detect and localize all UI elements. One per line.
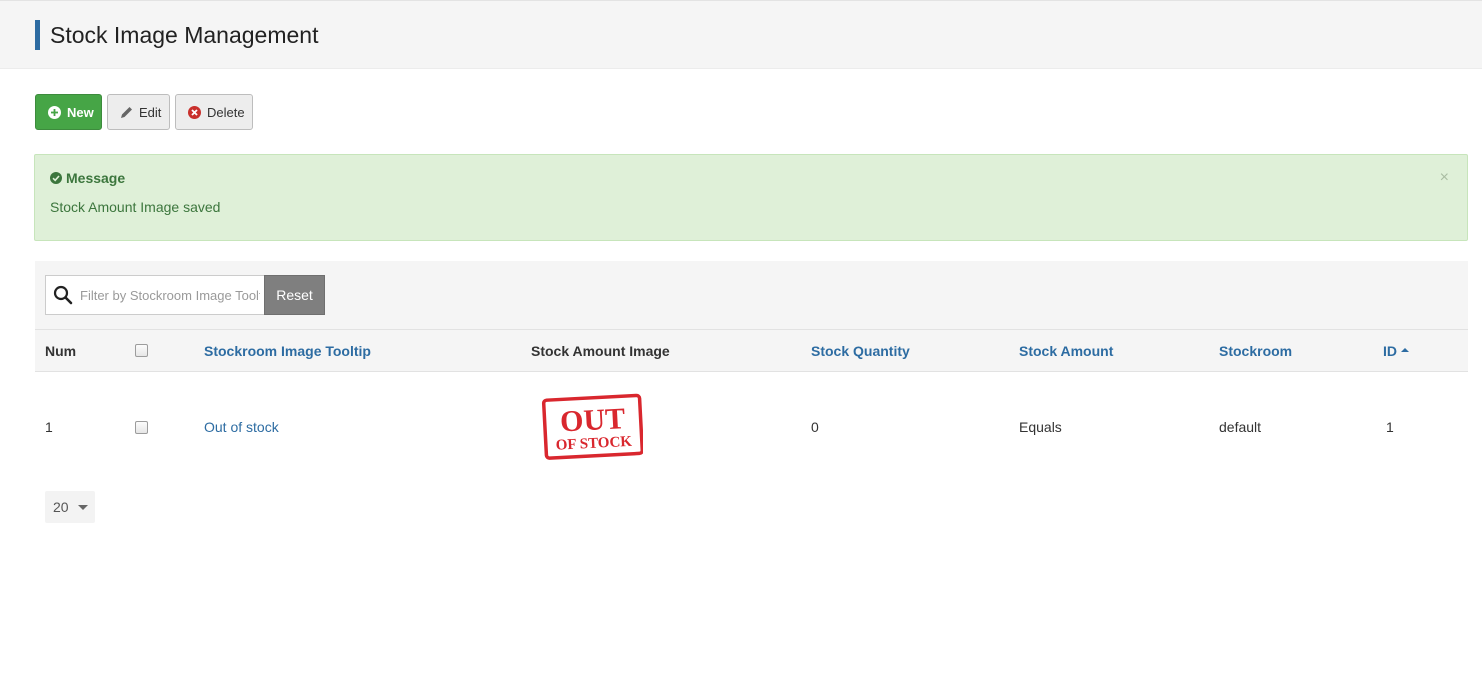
edit-button-label: Edit (139, 104, 162, 120)
header-id-sort[interactable]: ID (1383, 330, 1409, 371)
header-amount-sort[interactable]: Stock Amount (1019, 330, 1113, 371)
success-alert: Message Stock Amount Image saved × (34, 154, 1468, 241)
plus-circle-icon (48, 105, 61, 119)
page-limit-value: 20 (53, 499, 69, 515)
alert-title: Message (50, 170, 125, 186)
header-num: Num (45, 342, 77, 359)
header-select-all (135, 330, 148, 371)
edit-button[interactable]: Edit (107, 94, 170, 130)
header-tooltip-sort[interactable]: Stockroom Image Tooltip (204, 330, 371, 371)
out-of-stock-stamp-image: OUT OF STOCK (535, 392, 643, 462)
row-amount: Equals (1019, 419, 1062, 435)
header-stockroom-sort[interactable]: Stockroom (1219, 330, 1292, 371)
row-select (135, 372, 148, 482)
row-stockroom: default (1219, 419, 1262, 435)
table-header: Num Stockroom Image Tooltip Stock Amount… (35, 330, 1468, 372)
sort-asc-icon (1401, 347, 1409, 352)
row-num: 1 (45, 419, 53, 435)
pencil-icon (120, 106, 133, 119)
filter-bar: Reset (35, 261, 1468, 330)
search-input[interactable] (80, 287, 260, 303)
check-circle-icon (50, 172, 62, 184)
toolbar: New Edit Delete (35, 94, 253, 130)
reset-button[interactable]: Reset (264, 275, 325, 315)
chevron-down-icon (78, 505, 88, 510)
stock-image-table: Num Stockroom Image Tooltip Stock Amount… (35, 330, 1468, 482)
header-id-label: ID (1383, 342, 1397, 359)
row-stock-image: OUT OF STOCK (535, 372, 643, 482)
row-id: 1 (1386, 419, 1394, 435)
new-button[interactable]: New (35, 94, 102, 130)
alert-title-text: Message (66, 170, 126, 186)
alert-message: Stock Amount Image saved (50, 199, 221, 215)
new-button-label: New (67, 104, 94, 120)
page-title: Stock Image Management (50, 22, 319, 48)
search-icon[interactable] (46, 285, 80, 305)
title-accent-bar (35, 20, 40, 50)
header-quantity-sort[interactable]: Stock Quantity (811, 330, 910, 371)
row-checkbox[interactable] (135, 420, 148, 434)
row-tooltip-link[interactable]: Out of stock (204, 372, 279, 482)
delete-button-label: Delete (207, 104, 245, 120)
page-limit-select[interactable]: 20 (45, 491, 95, 523)
svg-text:OF STOCK: OF STOCK (555, 434, 632, 454)
x-circle-icon (188, 105, 201, 119)
select-all-checkbox[interactable] (135, 344, 148, 357)
search-box (45, 275, 265, 315)
table-row: 1 Out of stock OUT OF STOCK 0 Equals def… (35, 372, 1468, 482)
svg-text:OUT: OUT (559, 402, 626, 438)
row-quantity: 0 (811, 419, 819, 435)
page-header: Stock Image Management (0, 0, 1482, 69)
header-image: Stock Amount Image (531, 342, 670, 359)
delete-button[interactable]: Delete (175, 94, 253, 130)
alert-close-button[interactable]: × (1440, 169, 1449, 187)
